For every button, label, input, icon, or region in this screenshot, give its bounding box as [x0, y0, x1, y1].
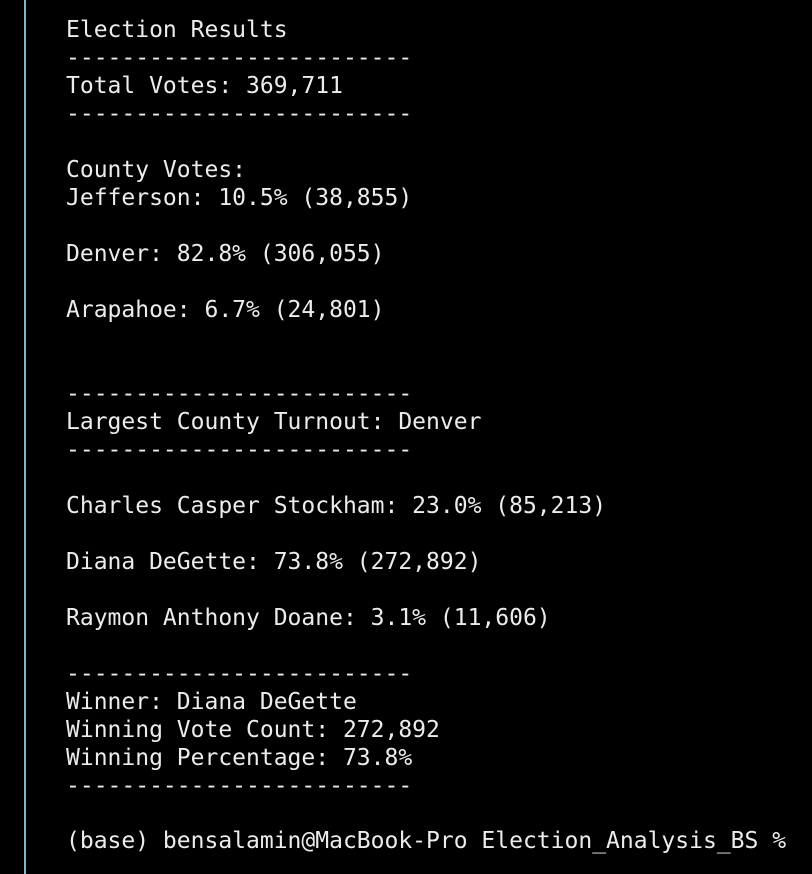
output-line: -------------------------: [66, 661, 413, 687]
output-line: Charles Casper Stockham: 23.0% (85,213): [66, 493, 607, 519]
output-line: -------------------------: [66, 773, 413, 799]
output-line: -------------------------: [66, 381, 413, 407]
output-line: Arapahoe: 6.7% (24,801): [66, 297, 385, 323]
output-line: Raymon Anthony Doane: 3.1% (11,606): [66, 605, 551, 631]
output-line: -------------------------: [66, 45, 413, 71]
output-line: Denver: 82.8% (306,055): [66, 241, 385, 267]
output-line: Winning Percentage: 73.8%: [66, 745, 413, 771]
output-line: Diana DeGette: 73.8% (272,892): [66, 549, 482, 575]
output-line: County Votes:: [66, 157, 247, 183]
output-line: Winner: Diana DeGette: [66, 689, 357, 715]
output-line: Winning Vote Count: 272,892: [66, 717, 440, 743]
output-line: Jefferson: 10.5% (38,855): [66, 185, 413, 211]
output-line: -------------------------: [66, 101, 413, 127]
output-line: Total Votes: 369,711: [66, 73, 343, 99]
shell-prompt[interactable]: (base) bensalamin@MacBook-Pro Election_A…: [66, 827, 786, 855]
output-line: Largest County Turnout: Denver: [66, 409, 482, 435]
output-line: -------------------------: [66, 437, 413, 463]
window-left-border: [24, 0, 26, 874]
terminal-output: Election Results -----------------------…: [66, 16, 606, 800]
output-line: Election Results: [66, 17, 288, 43]
terminal-window[interactable]: Election Results -----------------------…: [0, 0, 812, 874]
